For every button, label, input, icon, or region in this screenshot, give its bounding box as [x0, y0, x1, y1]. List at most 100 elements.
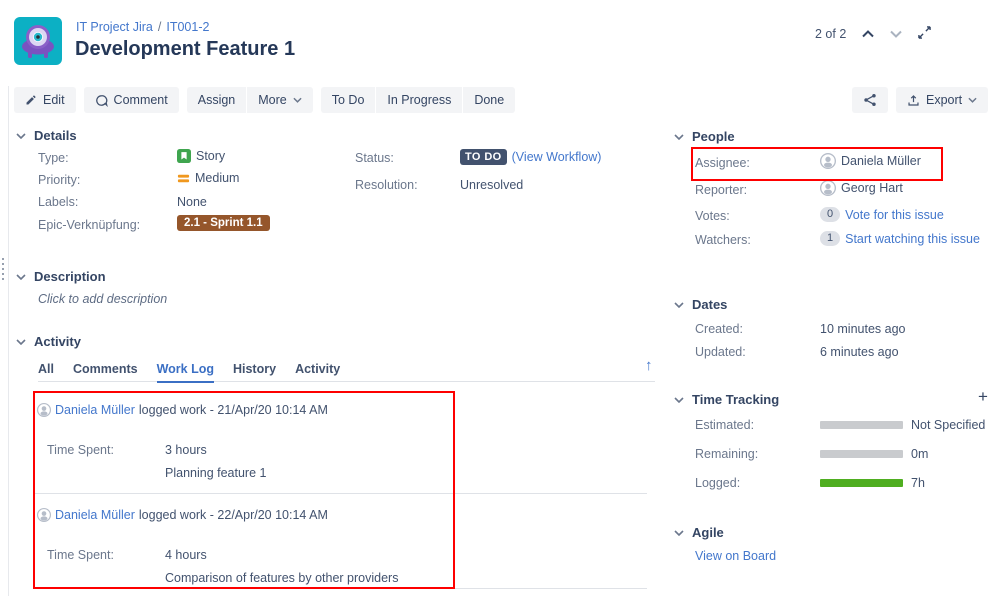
- user-avatar-icon: [37, 508, 51, 522]
- comment-button[interactable]: Comment: [84, 87, 179, 113]
- sidebar-drag-handle[interactable]: [2, 258, 4, 280]
- status-label: Status:: [355, 151, 394, 165]
- resolution-label: Resolution:: [355, 178, 418, 192]
- next-issue-button[interactable]: [890, 27, 902, 41]
- tab-work-log[interactable]: Work Log: [157, 362, 214, 383]
- story-type-icon: [177, 149, 191, 163]
- tab-history[interactable]: History: [233, 362, 276, 383]
- details-heading: Details: [34, 128, 77, 143]
- activity-heading: Activity: [34, 334, 81, 349]
- assign-more-group: Assign More: [187, 87, 313, 113]
- user-avatar-icon: [820, 153, 836, 169]
- created-label: Created:: [695, 322, 743, 336]
- worklog-comment: Comparison of features by other provider…: [165, 571, 398, 585]
- type-label: Type:: [38, 151, 69, 165]
- votes-count-badge: 0: [820, 207, 840, 222]
- epic-link-badge[interactable]: 2.1 - Sprint 1.1: [177, 215, 270, 229]
- export-label: Export: [926, 93, 962, 107]
- breadcrumb: IT Project Jira / IT001-2: [76, 20, 209, 34]
- worklog-divider: [33, 493, 647, 494]
- chevron-down-icon: [674, 302, 684, 308]
- worklog-meta: logged work - 22/Apr/20 10:14 AM: [139, 508, 328, 522]
- export-upload-icon: [907, 94, 920, 107]
- todo-transition-button[interactable]: To Do: [321, 87, 376, 113]
- breadcrumb-issue-link[interactable]: IT001-2: [166, 20, 209, 34]
- worklog-author-link[interactable]: Daniela Müller: [55, 508, 135, 522]
- share-icon: [863, 93, 877, 107]
- alien-avatar-icon: [14, 17, 62, 65]
- agile-section-header[interactable]: Agile: [674, 525, 724, 540]
- status-badge: TO DO: [460, 149, 507, 165]
- left-rail-divider: [8, 86, 9, 596]
- assign-button[interactable]: Assign: [187, 87, 247, 113]
- description-placeholder[interactable]: Click to add description: [38, 292, 167, 306]
- labels-label: Labels:: [38, 195, 78, 209]
- assignee-name[interactable]: Daniela Müller: [841, 154, 921, 168]
- expand-issue-button[interactable]: [918, 26, 931, 42]
- labels-value: None: [177, 195, 207, 209]
- page-title: Development Feature 1: [75, 38, 295, 61]
- user-avatar-icon: [820, 180, 836, 196]
- watch-link[interactable]: Start watching this issue: [845, 232, 980, 246]
- chevron-down-icon: [16, 274, 26, 280]
- sort-ascending-icon[interactable]: ↑: [645, 357, 653, 374]
- time-spent-label: Time Spent:: [47, 443, 114, 457]
- time-tracking-heading: Time Tracking: [692, 392, 779, 407]
- votes-label: Votes:: [695, 209, 730, 223]
- reporter-name[interactable]: Georg Hart: [841, 181, 903, 195]
- status-value: TO DO (View Workflow): [460, 149, 601, 165]
- agile-heading: Agile: [692, 525, 724, 540]
- chevron-down-icon: [968, 97, 977, 103]
- dates-heading: Dates: [692, 297, 727, 312]
- log-work-plus-icon[interactable]: +: [978, 390, 988, 404]
- edit-label: Edit: [43, 93, 65, 107]
- tab-activity[interactable]: Activity: [295, 362, 340, 383]
- chevron-down-icon: [674, 134, 684, 140]
- worklog-meta: logged work - 21/Apr/20 10:14 AM: [139, 403, 328, 417]
- vote-link[interactable]: Vote for this issue: [845, 208, 944, 222]
- edit-button[interactable]: Edit: [14, 87, 76, 113]
- breadcrumb-project-link[interactable]: IT Project Jira: [76, 20, 153, 34]
- description-section-header[interactable]: Description: [16, 269, 106, 284]
- expand-icon: [918, 26, 931, 39]
- view-workflow-link[interactable]: (View Workflow): [512, 150, 602, 164]
- previous-issue-button[interactable]: [862, 27, 874, 41]
- updated-label: Updated:: [695, 345, 746, 359]
- people-section-header[interactable]: People: [674, 129, 735, 144]
- project-avatar[interactable]: [14, 17, 62, 68]
- reporter-label: Reporter:: [695, 183, 747, 197]
- time-tracking-section-header[interactable]: Time Tracking: [674, 392, 779, 407]
- tab-comments[interactable]: Comments: [73, 362, 138, 383]
- dates-section-header[interactable]: Dates: [674, 297, 727, 312]
- logged-bar: [820, 479, 903, 487]
- share-button[interactable]: [852, 87, 888, 113]
- done-transition-button[interactable]: Done: [463, 87, 515, 113]
- workflow-transition-group: To Do In Progress Done: [321, 87, 515, 113]
- comment-label: Comment: [114, 93, 168, 107]
- activity-tabs: All Comments Work Log History Activity: [38, 362, 340, 383]
- tab-all[interactable]: All: [38, 362, 54, 383]
- worklog-comment: Planning feature 1: [165, 466, 266, 480]
- worklog-entry-header: Daniela Müller logged work - 21/Apr/20 1…: [37, 403, 328, 417]
- pager-position: 2 of 2: [815, 27, 846, 41]
- in-progress-transition-button[interactable]: In Progress: [376, 87, 462, 113]
- chevron-down-icon: [674, 397, 684, 403]
- more-button[interactable]: More: [247, 87, 312, 113]
- worklog-entry-header: Daniela Müller logged work - 22/Apr/20 1…: [37, 508, 328, 522]
- resolution-value: Unresolved: [460, 178, 523, 192]
- updated-value: 6 minutes ago: [820, 345, 899, 359]
- view-on-board-link[interactable]: View on Board: [695, 549, 776, 563]
- time-spent-value: 4 hours: [165, 548, 207, 562]
- details-section-header[interactable]: Details: [16, 128, 77, 143]
- priority-value: Medium: [177, 171, 239, 185]
- export-button[interactable]: Export: [896, 87, 988, 113]
- remaining-bar: [820, 450, 903, 458]
- activity-section-header[interactable]: Activity: [16, 334, 81, 349]
- remaining-label: Remaining:: [695, 447, 758, 461]
- worklog-author-link[interactable]: Daniela Müller: [55, 403, 135, 417]
- toolbar: Edit Comment Assign More To Do In Progre…: [14, 87, 515, 113]
- estimated-bar: [820, 421, 903, 429]
- chevron-down-icon: [890, 30, 902, 38]
- epic-link-label: Epic-Verknüpfung:: [38, 218, 140, 232]
- toolbar-right: Export: [852, 87, 988, 113]
